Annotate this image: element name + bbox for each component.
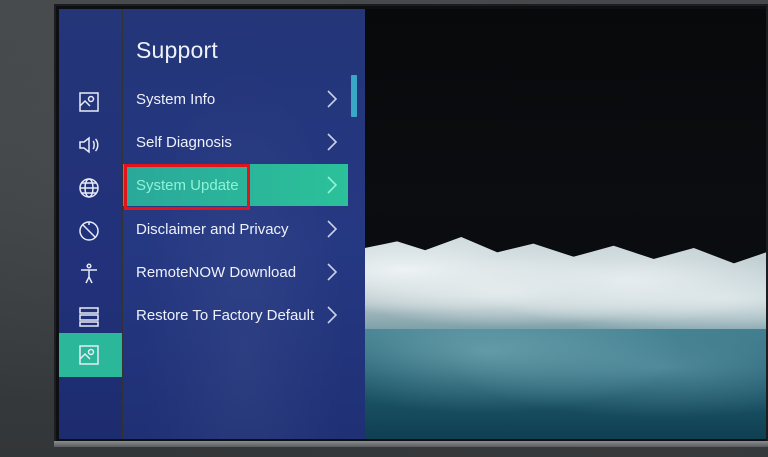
accessibility-icon[interactable] (76, 261, 102, 287)
menu-item-remotenow-download[interactable]: RemoteNOW Download (123, 251, 348, 293)
chevron-right-icon (327, 306, 338, 324)
red-highlight-box (124, 164, 250, 210)
system-icon[interactable] (76, 218, 102, 244)
menu-item-system-update[interactable]: System Update (123, 164, 348, 210)
menu-item-label: RemoteNOW Download (136, 263, 297, 281)
chevron-right-icon (327, 263, 338, 281)
chevron-right-icon (327, 176, 338, 194)
menu-item-system-info[interactable]: System Info (123, 78, 348, 120)
menu-item-self-diagnosis[interactable]: Self Diagnosis (123, 121, 348, 163)
sound-icon[interactable] (76, 132, 102, 158)
ocean-water (365, 329, 766, 439)
wallpaper-ocean-image (365, 9, 766, 439)
support-icon[interactable] (76, 342, 102, 368)
menu-item-label: System Info (136, 90, 216, 108)
settings-list-icon[interactable] (76, 304, 102, 330)
tv-screen: Support System Info Self Diagnosis Syste… (59, 9, 766, 439)
chevron-right-icon (327, 90, 338, 108)
chevron-right-icon (327, 220, 338, 238)
menu-item-disclaimer-privacy[interactable]: Disclaimer and Privacy (123, 208, 348, 250)
menu-item-restore-factory-default[interactable]: Restore To Factory Default (123, 294, 348, 336)
tv-bottom-bezel (54, 441, 768, 447)
picture-icon[interactable] (76, 89, 102, 115)
menu-title: Support (136, 37, 218, 63)
menu-item-label: Disclaimer and Privacy (136, 220, 289, 238)
scroll-indicator (351, 75, 357, 117)
support-menu-panel: Support System Info Self Diagnosis Syste… (123, 9, 365, 439)
network-icon[interactable] (76, 175, 102, 201)
menu-item-label: Self Diagnosis (136, 133, 232, 151)
menu-item-label: Restore To Factory Default (136, 306, 315, 324)
chevron-right-icon (327, 133, 338, 151)
tv-frame: Support System Info Self Diagnosis Syste… (54, 4, 768, 445)
category-rail (59, 9, 122, 439)
